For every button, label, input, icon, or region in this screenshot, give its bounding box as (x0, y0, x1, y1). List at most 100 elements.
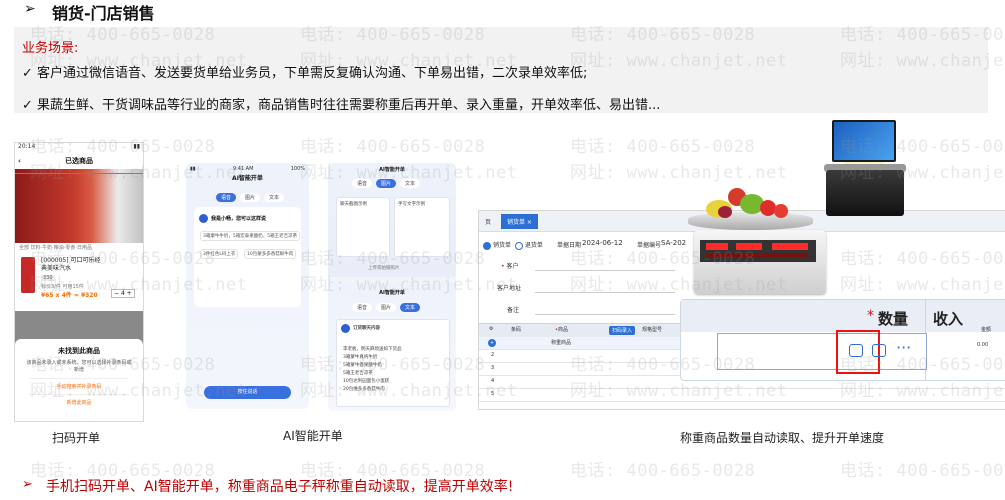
remark-field[interactable] (535, 305, 675, 315)
example-chip[interactable]: 3箱康牛牛奶，5箱宏泰果酸奶，5箱王老吉凉茶 (200, 231, 301, 241)
sheet-description: 该商品未录入或未系统，您可以选择补录条码或新增 (26, 360, 132, 373)
scale-plate (688, 212, 813, 230)
category-tabs[interactable]: 全部 饮料·牛奶·粮油·零食·日用品 (19, 244, 92, 251)
tomato (774, 204, 788, 218)
scan-entry-button[interactable]: 扫码录入 (609, 326, 636, 335)
selected-goods-header: ‹ 已选商品 (15, 153, 143, 169)
chat-screenshot-sample[interactable]: 聊天截图示例 (336, 197, 390, 257)
tab-image[interactable]: 图片 (376, 179, 397, 188)
upload-hint[interactable]: 上传或拍摄照片 (368, 265, 400, 271)
list-item[interactable]: [000005] 可口可乐经典美味汽水 330 标价3/件 可用15件 ¥65 … (19, 253, 139, 311)
electronic-scale-image (688, 186, 828, 298)
date-field[interactable]: 2024-06-12 (582, 239, 623, 247)
scan-grid-icon[interactable] (872, 344, 886, 357)
scale-display (700, 240, 816, 262)
product-price: ¥65 x 4件 = ¥320 (41, 292, 98, 299)
row-add-icon[interactable]: + (488, 339, 496, 347)
doc-no-label: 单据编号 (637, 242, 662, 249)
income-column-header: 收入 (933, 310, 964, 328)
pos-monitor (832, 120, 896, 162)
back-icon[interactable]: ‹ (18, 153, 21, 169)
title-arrow-icon: ➢ (24, 1, 36, 17)
pos-terminal-image (824, 120, 914, 224)
settings-icon[interactable]: ⚙ (489, 326, 493, 332)
scale-icon[interactable] (849, 344, 863, 357)
example-chip[interactable]: 10包蒙多多香菇鲜牛肉 (244, 249, 297, 259)
remark-label: 备注 (507, 307, 520, 314)
row-goods[interactable]: 称重商品 (551, 339, 571, 346)
suggestion-card: 我是小畅，您可以这样说 3箱康牛牛奶，5箱宏泰果酸奶，5箱王老吉凉茶 3件红色L… (194, 207, 301, 307)
tab-sales-order[interactable]: 销货单 × (501, 214, 538, 229)
address-field[interactable] (535, 283, 675, 293)
ai-title: AI智能开单 (232, 175, 263, 182)
pos-base (826, 170, 904, 216)
add-product-button[interactable]: 新增此商品 (29, 394, 129, 406)
tab-voice[interactable]: 语音 (216, 193, 237, 202)
tab-voice[interactable]: 语音 (352, 303, 373, 312)
tab-text[interactable]: 文本 (400, 179, 421, 188)
watermark-text: 电话: 400-665-0028 (570, 137, 756, 157)
assistant-avatar (199, 214, 208, 223)
watermark-text: 电话: 400-665-0028 (300, 137, 486, 157)
page-title: 销货-门店销售 (52, 4, 155, 23)
grid-header-spec: 规格型号 (642, 327, 663, 333)
watermark-text: 电话: 400-665-0028 (570, 461, 756, 481)
hold-to-talk-button[interactable]: 按住说话 (204, 386, 291, 399)
tab-image[interactable]: 图片 (376, 303, 397, 312)
doc-no-field[interactable]: SA-202 (661, 239, 686, 247)
tab-text[interactable]: 文本 (400, 303, 421, 312)
radio-sale[interactable] (483, 241, 491, 250)
cherries (718, 206, 732, 218)
radio-return[interactable] (514, 241, 523, 250)
customer-field[interactable] (535, 261, 675, 271)
ai-title: AI智能开单 (379, 290, 405, 296)
bind-barcode-button[interactable]: 手动搜索并补录条码 (29, 378, 129, 390)
sheet-title: 未找到此商品 (58, 347, 100, 355)
not-found-sheet: 未找到此商品 该商品未录入或未系统，您可以选择补录条码或新增 手动搜索并补录条码… (15, 339, 143, 421)
address-label: 客户地址 (497, 285, 522, 292)
summary-arrow-icon: ➢ (22, 477, 33, 492)
tab-text[interactable]: 文本 (264, 193, 285, 202)
tab-voice[interactable]: 语音 (352, 179, 373, 188)
camera-preview (15, 169, 143, 243)
ai-voice-screenshot: ▮▮ 9:41 AM 100% AI智能开单 语音 图片 文本 我是小畅，您可以这样… (186, 163, 309, 409)
mode-tabs[interactable]: 语音 图片 文本 (216, 193, 285, 202)
phone-status-bar: 20:14 ▮▮ (18, 143, 140, 150)
mode-tabs[interactable]: 语音 图片 文本 (352, 179, 421, 188)
watermark-text: 网址: www.chanjet.net (570, 163, 788, 183)
grid-header-goods: •商品 (555, 327, 568, 333)
mode-tabs[interactable]: 语音 图片 文本 (352, 303, 421, 312)
date-label: 单据日期 (557, 242, 582, 249)
assistant-greeting: 我是小畅，您可以这样说 (211, 216, 267, 222)
order-text-card: 订货聊天内容 李老板，明天麻烦送如下货品 3箱蒙牛真纯牛奶 5箱蒙牛香果酸牛奶 … (336, 319, 450, 407)
amount-label: 金额 (981, 327, 992, 333)
amount-value: 0.00 (977, 342, 989, 348)
quantity-stepper[interactable]: − 4 + (111, 289, 135, 298)
scan-caption: 扫码开单 (52, 431, 101, 445)
tab-home[interactable]: 页 (479, 214, 497, 229)
required-mark: * (867, 308, 874, 324)
quantity-column-header: 数量 (878, 310, 909, 328)
doc-type-radios[interactable]: 销货单 退货单 (483, 240, 543, 250)
more-icon[interactable]: ··· (896, 338, 911, 357)
scenario-line-2: ✓ 果蔬生鲜、干货调味品等行业的商家，商品销售时往往需要称重后再开单、录入重量，… (22, 98, 661, 113)
ai-text-panel: AI智能开单 语音 图片 文本 订货聊天内容 李老板，明天麻烦送如下货品 3箱蒙… (328, 283, 456, 411)
grid-header-barcode: 条码 (511, 327, 522, 333)
ai-image-panel: AI智能开单 语音 图片 文本 聊天截图示例 手写文字示例 上传或拍摄照片 (328, 163, 456, 277)
assistant-avatar (341, 324, 350, 333)
summary-text: 手机扫码开单、AI智能开单，称重商品电子秤称重自动读取，提高开单效率! (46, 479, 514, 495)
product-image (21, 257, 35, 293)
customer-label: • 客户 (501, 263, 519, 270)
table-row[interactable]: 5 (479, 389, 1005, 402)
tab-image[interactable]: 图片 (240, 193, 261, 202)
quantity-zoom-callout: * 数量 收入 金额 0.00 ··· (680, 299, 1005, 381)
phone-status-bar: ▮▮ 9:41 AM 100% (190, 166, 305, 172)
ai-caption: AI智能开单 (283, 429, 343, 443)
handwriting-sample[interactable]: 手写文字示例 (394, 197, 450, 257)
scale-caption: 称重商品数量自动读取、提升开单速度 (680, 431, 885, 445)
product-stock: 标价3/件 可用15件 (41, 284, 84, 290)
product-tag: 330 (41, 275, 55, 281)
watermark-text: 电话: 400-665-0028 (840, 461, 1005, 481)
ai-image-text-screenshot: AI智能开单 语音 图片 文本 聊天截图示例 手写文字示例 上传或拍摄照片 AI… (328, 163, 456, 411)
example-chip[interactable]: 3件红色L码上衣 (200, 249, 239, 259)
